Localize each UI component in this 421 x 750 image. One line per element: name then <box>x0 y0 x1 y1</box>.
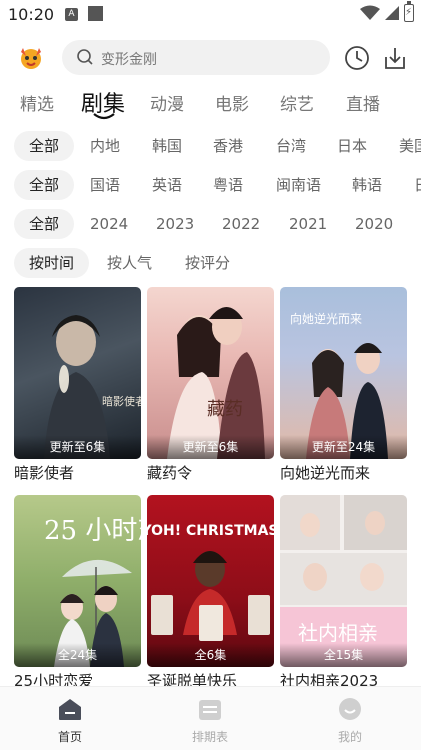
poster-caption: 25 小时恋爱 <box>44 516 141 546</box>
year-chip[interactable]: 2024 <box>90 209 128 239</box>
poster-caption: 向她逆光而来 <box>290 311 362 326</box>
language-chip[interactable]: 韩语 <box>352 170 382 200</box>
year-chip-all[interactable]: 全部 <box>14 209 75 239</box>
show-poster[interactable]: 暗影使者 更新至6集 <box>14 287 141 459</box>
region-chip[interactable]: 台湾 <box>276 131 306 161</box>
wifi-icon <box>360 5 380 20</box>
region-chip[interactable]: 内地 <box>90 131 120 161</box>
show-poster[interactable]: YOH! CHRISTMAS 全6集 <box>147 495 274 667</box>
tab-movie[interactable]: 电影 <box>215 90 249 115</box>
language-chip[interactable]: 日 <box>414 170 421 200</box>
status-bar: 10:20 A ⚡ <box>0 0 421 30</box>
battery-icon: ⚡ <box>404 1 414 22</box>
region-chip[interactable]: 日本 <box>337 131 367 161</box>
language-chip[interactable]: 英语 <box>152 170 182 200</box>
show-poster[interactable]: 向她逆光而来 更新至24集 <box>280 287 407 459</box>
search-placeholder: 变形金刚 <box>101 52 157 68</box>
notification-square-icon <box>88 6 103 21</box>
search-icon <box>77 49 93 65</box>
poster-caption: 暗影使者 <box>102 394 141 408</box>
show-poster[interactable]: 社内相亲 全15集 <box>280 495 407 667</box>
search-input[interactable]: 变形金刚 <box>62 40 330 75</box>
episode-badge: 更新至24集 <box>280 435 407 459</box>
history-icon[interactable] <box>344 45 370 71</box>
language-chip[interactable]: 国语 <box>90 170 120 200</box>
nav-home[interactable]: 首页 <box>40 697 100 745</box>
search-header: 变形金刚 <box>0 40 421 76</box>
language-filter-row: 全部 国语 英语 粤语 闽南语 韩语 日 <box>0 170 421 200</box>
episode-badge: 全24集 <box>14 643 141 667</box>
year-chip[interactable]: 2022 <box>222 209 260 239</box>
nav-schedule[interactable]: 排期表 <box>180 697 240 745</box>
poster-art: YOH! CHRISTMAS <box>147 523 274 641</box>
region-chip[interactable]: 香港 <box>213 131 243 161</box>
poster-caption: 社内相亲 <box>298 621 378 645</box>
region-chip-all[interactable]: 全部 <box>14 131 75 161</box>
tab-anime[interactable]: 动漫 <box>150 90 184 115</box>
active-tab-indicator <box>93 113 115 120</box>
tab-featured[interactable]: 精选 <box>20 90 54 115</box>
schedule-icon <box>199 700 221 720</box>
sort-chip-time[interactable]: 按时间 <box>14 248 90 278</box>
poster-art: 25 小时恋爱 <box>44 516 141 667</box>
nav-home-label: 首页 <box>57 730 82 744</box>
notification-a-icon: A <box>65 8 78 21</box>
category-tabs: 精选 剧集 动漫 电影 综艺 直播 <box>0 86 421 122</box>
download-icon[interactable] <box>382 45 408 71</box>
poster-caption: YOH! CHRISTMAS <box>147 523 274 539</box>
tab-variety[interactable]: 综艺 <box>280 90 314 115</box>
sort-chip-rating[interactable]: 按评分 <box>185 248 230 278</box>
region-chip[interactable]: 美国 <box>399 131 421 161</box>
bottom-nav: 首页 排期表 我的 <box>0 686 421 750</box>
language-chip[interactable]: 粤语 <box>213 170 243 200</box>
nav-profile[interactable]: 我的 <box>320 697 380 745</box>
year-chip[interactable]: 2020 <box>355 209 393 239</box>
region-chip[interactable]: 韩国 <box>152 131 182 161</box>
poster-caption: 藏药 <box>207 399 243 420</box>
episode-badge: 全6集 <box>147 643 274 667</box>
episode-badge: 更新至6集 <box>147 435 274 459</box>
show-title[interactable]: 暗影使者 <box>14 462 74 483</box>
app-logo-icon[interactable] <box>17 44 45 72</box>
tab-live[interactable]: 直播 <box>346 90 380 115</box>
nav-profile-label: 我的 <box>337 730 362 744</box>
language-chip[interactable]: 闽南语 <box>276 170 321 200</box>
poster-art: 向她逆光而来 <box>290 311 388 459</box>
show-poster[interactable]: 藏药 更新至6集 <box>147 287 274 459</box>
episode-badge: 更新至6集 <box>14 435 141 459</box>
poster-art: 暗影使者 <box>44 315 141 459</box>
poster-art: 藏药 <box>167 307 265 459</box>
poster-art: 社内相亲 <box>280 495 407 667</box>
nav-schedule-label: 排期表 <box>191 730 228 744</box>
profile-icon <box>339 698 361 720</box>
year-chip[interactable]: 2021 <box>289 209 327 239</box>
year-chip[interactable]: 2023 <box>156 209 194 239</box>
sort-filter-row: 按时间 按人气 按评分 <box>0 248 421 278</box>
show-title[interactable]: 向她逆光而来 <box>280 462 370 483</box>
episode-badge: 全15集 <box>280 643 407 667</box>
show-title[interactable]: 藏药令 <box>147 462 192 483</box>
language-chip-all[interactable]: 全部 <box>14 170 75 200</box>
signal-icon <box>385 6 399 20</box>
year-filter-row: 全部 2024 2023 2022 2021 2020 <box>0 209 421 239</box>
region-filter-row: 全部 内地 韩国 香港 台湾 日本 美国 <box>0 131 421 161</box>
show-poster[interactable]: 25 小时恋爱 全24集 <box>14 495 141 667</box>
status-time: 10:20 <box>8 5 55 24</box>
sort-chip-popularity[interactable]: 按人气 <box>107 248 152 278</box>
home-icon <box>59 699 81 720</box>
